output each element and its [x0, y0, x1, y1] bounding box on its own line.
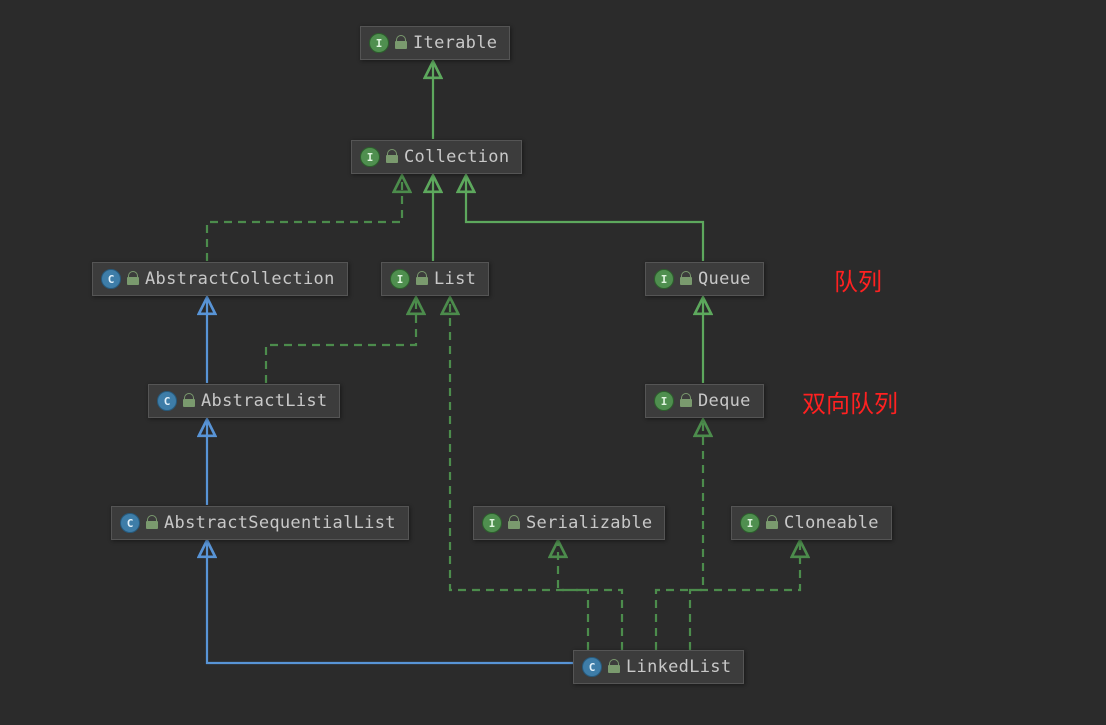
- node-iterable[interactable]: I Iterable: [360, 26, 510, 60]
- node-linked-list[interactable]: C LinkedList: [573, 650, 744, 684]
- lock-icon: [386, 151, 398, 163]
- interface-icon: I: [390, 269, 410, 289]
- node-abstract-list[interactable]: C AbstractList: [148, 384, 340, 418]
- node-label: Iterable: [413, 33, 497, 53]
- lock-icon: [395, 37, 407, 49]
- lock-icon: [416, 273, 428, 285]
- node-serializable[interactable]: I Serializable: [473, 506, 665, 540]
- connector-layer: [0, 0, 1106, 725]
- lock-icon: [608, 661, 620, 673]
- interface-icon: I: [482, 513, 502, 533]
- node-label: Collection: [404, 147, 509, 167]
- node-label: Cloneable: [784, 513, 879, 533]
- lock-icon: [508, 517, 520, 529]
- node-list[interactable]: I List: [381, 262, 489, 296]
- edge-linkedlist-list: [450, 299, 588, 650]
- class-icon: C: [101, 269, 121, 289]
- node-cloneable[interactable]: I Cloneable: [731, 506, 892, 540]
- class-icon: C: [120, 513, 140, 533]
- node-label: AbstractList: [201, 391, 327, 411]
- edge-linkedlist-cloneable: [690, 542, 800, 650]
- lock-icon: [680, 395, 692, 407]
- interface-icon: I: [654, 391, 674, 411]
- node-collection[interactable]: I Collection: [351, 140, 522, 174]
- node-queue[interactable]: I Queue: [645, 262, 764, 296]
- interface-icon: I: [654, 269, 674, 289]
- lock-icon: [183, 395, 195, 407]
- edge-abscoll-collection: [207, 177, 402, 261]
- lock-icon: [146, 517, 158, 529]
- node-deque[interactable]: I Deque: [645, 384, 764, 418]
- node-label: AbstractCollection: [145, 269, 335, 289]
- node-label: LinkedList: [626, 657, 731, 677]
- node-label: List: [434, 269, 476, 289]
- edge-abslist-list: [266, 299, 416, 383]
- node-label: Serializable: [526, 513, 652, 533]
- lock-icon: [127, 273, 139, 285]
- interface-icon: I: [360, 147, 380, 167]
- edge-linkedlist-absseq: [207, 542, 573, 663]
- node-label: AbstractSequentialList: [164, 513, 396, 533]
- class-icon: C: [157, 391, 177, 411]
- edge-queue-collection: [466, 177, 703, 261]
- interface-icon: I: [740, 513, 760, 533]
- annotation-deque: 双向队列: [802, 384, 898, 419]
- class-icon: C: [582, 657, 602, 677]
- node-label: Deque: [698, 391, 751, 411]
- node-abstract-sequential-list[interactable]: C AbstractSequentialList: [111, 506, 409, 540]
- edge-linkedlist-serial: [558, 542, 622, 650]
- interface-icon: I: [369, 33, 389, 53]
- lock-icon: [680, 273, 692, 285]
- node-label: Queue: [698, 269, 751, 289]
- lock-icon: [766, 517, 778, 529]
- annotation-queue: 队列: [834, 262, 882, 297]
- node-abstract-collection[interactable]: C AbstractCollection: [92, 262, 348, 296]
